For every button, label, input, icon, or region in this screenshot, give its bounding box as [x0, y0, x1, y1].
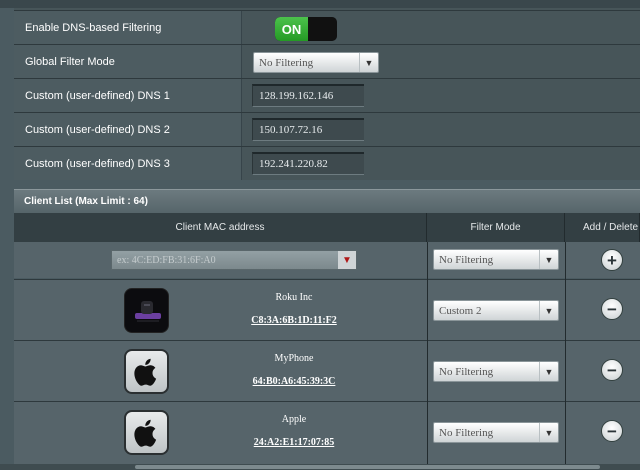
dns3-row: Custom (user-defined) DNS 3 192.241.220.… [14, 146, 640, 180]
client-mac-link[interactable]: 64:B0:A6:45:39:3C [174, 376, 414, 387]
dns2-label: Custom (user-defined) DNS 2 [14, 113, 241, 146]
client-name: Roku Inc [275, 292, 313, 303]
client-filter-mode-select[interactable]: Custom 2 ▼ [433, 300, 559, 321]
delete-client-button[interactable]: − [601, 298, 623, 320]
client-filter-mode-selected: No Filtering [439, 365, 494, 378]
mac-dropdown-icon[interactable]: ▼ [338, 251, 356, 269]
add-client-button[interactable]: + [601, 249, 623, 271]
dns3-value: 192.241.220.82 [241, 147, 640, 180]
client-mac-link[interactable]: 24:A2:E1:17:07:85 [174, 437, 414, 448]
dns2-value: 150.107.72.16 [241, 113, 640, 146]
client-name: MyPhone [274, 353, 314, 364]
delete-client-button[interactable]: − [601, 420, 623, 442]
chevron-down-icon: ▼ [539, 250, 558, 269]
table-row: Apple 24:A2:E1:17:07:85 No Filtering ▼ − [14, 401, 640, 464]
column-divider [427, 242, 428, 464]
mac-address-input[interactable]: ex: 4C:ED:FB:31:6F:A0 ▼ [111, 250, 357, 270]
dns1-value: 128.199.162.146 [241, 79, 640, 112]
chevron-down-icon: ▼ [359, 53, 378, 72]
new-filter-mode-select[interactable]: No Filtering ▼ [433, 249, 559, 270]
add-client-row: ex: 4C:ED:FB:31:6F:A0 ▼ No Filtering ▼ + [14, 242, 640, 278]
scrollbar-thumb[interactable] [135, 465, 600, 469]
dns1-input[interactable]: 128.199.162.146 [252, 84, 364, 107]
global-filter-select[interactable]: No Filtering ▼ [253, 52, 379, 73]
dns3-input[interactable]: 192.241.220.82 [252, 152, 364, 175]
horizontal-scrollbar[interactable] [0, 464, 640, 470]
dns2-input[interactable]: 150.107.72.16 [252, 118, 364, 141]
client-filter-mode-selected: No Filtering [439, 426, 494, 439]
column-divider [565, 242, 566, 464]
apple-icon [124, 410, 169, 455]
dns1-row: Custom (user-defined) DNS 1 128.199.162.… [14, 78, 640, 112]
table-row: MyPhone 64:B0:A6:45:39:3C No Filtering ▼… [14, 340, 640, 401]
top-strip [0, 0, 640, 8]
roku-device-icon [124, 288, 169, 333]
table-row: Roku Inc C8:3A:6B:1D:11:F2 Custom 2 ▼ − [14, 279, 640, 340]
dns2-row: Custom (user-defined) DNS 2 150.107.72.1… [14, 112, 640, 146]
client-filter-mode-select[interactable]: No Filtering ▼ [433, 422, 559, 443]
chevron-down-icon: ▼ [539, 423, 558, 442]
dns-filtering-value: ON [241, 11, 640, 44]
client-mac-link[interactable]: C8:3A:6B:1D:11:F2 [174, 315, 414, 326]
dns-filtering-toggle[interactable]: ON [275, 17, 337, 41]
apple-icon [124, 349, 169, 394]
client-list-title: Client List (Max Limit : 64) [14, 189, 640, 213]
header-filter-mode: Filter Mode [427, 213, 565, 242]
client-filter-mode-selected: Custom 2 [439, 304, 482, 317]
dns-filtering-row: Enable DNS-based Filtering ON [14, 10, 640, 44]
global-filter-selected: No Filtering [259, 56, 314, 69]
global-filter-value: No Filtering ▼ [241, 45, 640, 78]
header-mac: Client MAC address [14, 213, 427, 242]
toggle-on-label: ON [275, 17, 308, 41]
mac-placeholder: ex: 4C:ED:FB:31:6F:A0 [117, 254, 216, 266]
toggle-knob [308, 17, 337, 41]
global-filter-label: Global Filter Mode [14, 45, 241, 78]
global-filter-row: Global Filter Mode No Filtering ▼ [14, 44, 640, 78]
header-add-delete: Add / Delete [565, 213, 640, 242]
new-filter-mode-selected: No Filtering [439, 253, 494, 266]
delete-client-button[interactable]: − [601, 359, 623, 381]
client-filter-mode-select[interactable]: No Filtering ▼ [433, 361, 559, 382]
chevron-down-icon: ▼ [539, 362, 558, 381]
dns3-label: Custom (user-defined) DNS 3 [14, 147, 241, 180]
dns1-label: Custom (user-defined) DNS 1 [14, 79, 241, 112]
client-name: Apple [281, 414, 307, 425]
chevron-down-icon: ▼ [539, 301, 558, 320]
dns-filtering-label: Enable DNS-based Filtering [14, 11, 241, 44]
